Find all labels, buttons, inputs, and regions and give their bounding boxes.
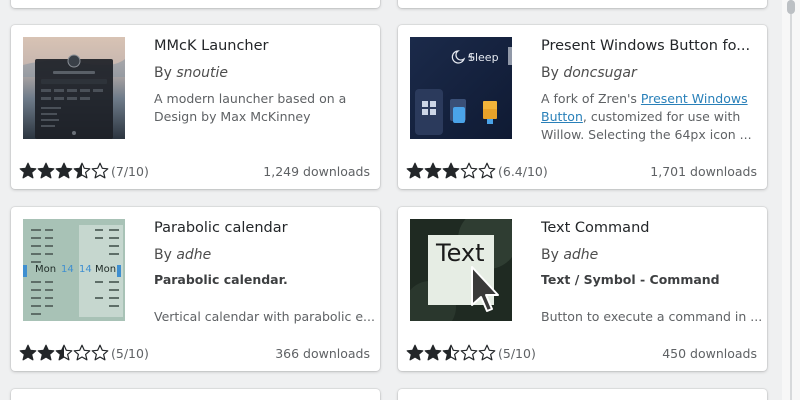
- vertical-scrollbar[interactable]: [782, 0, 800, 400]
- star-rating: [406, 162, 496, 180]
- rating-text: (7/10): [111, 163, 149, 179]
- scrollbar-track[interactable]: [790, 0, 792, 400]
- card-description: Button to execute a command in ...: [541, 309, 763, 324]
- author-name[interactable]: snoutie: [176, 65, 228, 81]
- text-thumb-label: Text: [436, 239, 485, 267]
- store-card-present-windows-button[interactable]: + Sleep Present Windows Button fo... By …: [398, 25, 767, 189]
- rating-text: (5/10): [111, 345, 149, 361]
- star-empty-icon: [460, 344, 478, 361]
- parabolic-calendar-thumbnail[interactable]: Mon 14 14 Mon: [23, 219, 125, 321]
- card-description: A modern launcher based on a Design by M…: [154, 91, 347, 124]
- card-title[interactable]: MMcK Launcher: [154, 38, 380, 54]
- store-card-partial[interactable]: [11, 0, 380, 8]
- star-half-icon: [55, 344, 73, 361]
- by-label: By: [541, 65, 559, 81]
- cal-day-left: Mon: [35, 264, 57, 275]
- author-name[interactable]: doncsugar: [563, 65, 636, 81]
- store-card-parabolic-calendar[interactable]: Mon 14 14 Mon Parabolic calendar By adhe…: [11, 207, 380, 371]
- card-description: A fork of Zren's Present Windows Button,…: [541, 90, 757, 144]
- download-count: 450 downloads: [662, 346, 757, 361]
- rating: (5/10): [19, 343, 149, 363]
- card-summary: Parabolic calendar.: [154, 272, 288, 287]
- star-empty-icon: [91, 344, 109, 361]
- star-rating: [19, 162, 109, 180]
- author-name[interactable]: adhe: [563, 247, 598, 263]
- card-summary: Text / Symbol - Command: [541, 272, 720, 287]
- sleep-label: Sleep: [468, 51, 499, 64]
- card-author: By adhe: [154, 247, 211, 263]
- by-label: By: [154, 65, 172, 81]
- star-full-icon: [19, 344, 37, 361]
- star-full-icon: [55, 162, 73, 179]
- launcher-thumbnail[interactable]: [23, 37, 125, 139]
- star-full-icon: [37, 344, 55, 361]
- download-count: 1,249 downloads: [263, 164, 370, 179]
- store-card-partial[interactable]: [398, 0, 767, 8]
- star-empty-icon: [478, 162, 496, 179]
- rating: (7/10): [19, 161, 149, 181]
- scrollbar-thumb[interactable]: [787, 0, 795, 14]
- star-empty-icon: [460, 162, 478, 179]
- card-author: By doncsugar: [541, 65, 637, 81]
- star-full-icon: [406, 344, 424, 361]
- store-card-mmck-launcher[interactable]: MMcK Launcher By snoutie A modern launch…: [11, 25, 380, 189]
- cal-day-right: Mon: [95, 264, 117, 275]
- star-full-icon: [424, 344, 442, 361]
- star-half-icon: [442, 344, 460, 361]
- star-full-icon: [424, 162, 442, 179]
- star-full-icon: [19, 162, 37, 179]
- star-full-icon: [442, 162, 460, 179]
- star-rating: [19, 344, 109, 362]
- card-author: By snoutie: [154, 65, 228, 81]
- card-description: Vertical calendar with parabolic e...: [154, 309, 375, 324]
- text-command-thumbnail[interactable]: Text: [410, 219, 512, 321]
- star-empty-icon: [91, 162, 109, 179]
- desc-text: A fork of Zren's: [541, 91, 641, 106]
- card-title[interactable]: Text Command: [541, 220, 767, 236]
- cal-num-right: 14: [79, 264, 92, 275]
- star-half-icon: [73, 162, 91, 179]
- store-card-partial[interactable]: [398, 389, 767, 400]
- card-title[interactable]: Parabolic calendar: [154, 220, 380, 236]
- star-full-icon: [406, 162, 424, 179]
- store-results-view: MMcK Launcher By snoutie A modern launch…: [0, 0, 782, 400]
- card-title[interactable]: Present Windows Button fo...: [541, 38, 767, 54]
- card-author: By adhe: [541, 247, 598, 263]
- present-windows-thumbnail[interactable]: + Sleep: [410, 37, 512, 139]
- download-count: 366 downloads: [275, 346, 370, 361]
- star-empty-icon: [478, 344, 496, 361]
- store-card-partial[interactable]: [11, 389, 380, 400]
- by-label: By: [154, 247, 172, 263]
- cal-num-left: 14: [61, 264, 74, 275]
- author-name[interactable]: adhe: [176, 247, 211, 263]
- star-full-icon: [37, 162, 55, 179]
- rating: (5/10): [406, 343, 536, 363]
- rating: (6.4/10): [406, 161, 548, 181]
- rating-text: (5/10): [498, 345, 536, 361]
- star-rating: [406, 344, 496, 362]
- star-empty-icon: [73, 344, 91, 361]
- by-label: By: [541, 247, 559, 263]
- store-card-text-command[interactable]: Text Text Command By adhe Text / Symbol …: [398, 207, 767, 371]
- download-count: 1,701 downloads: [650, 164, 757, 179]
- rating-text: (6.4/10): [498, 163, 548, 179]
